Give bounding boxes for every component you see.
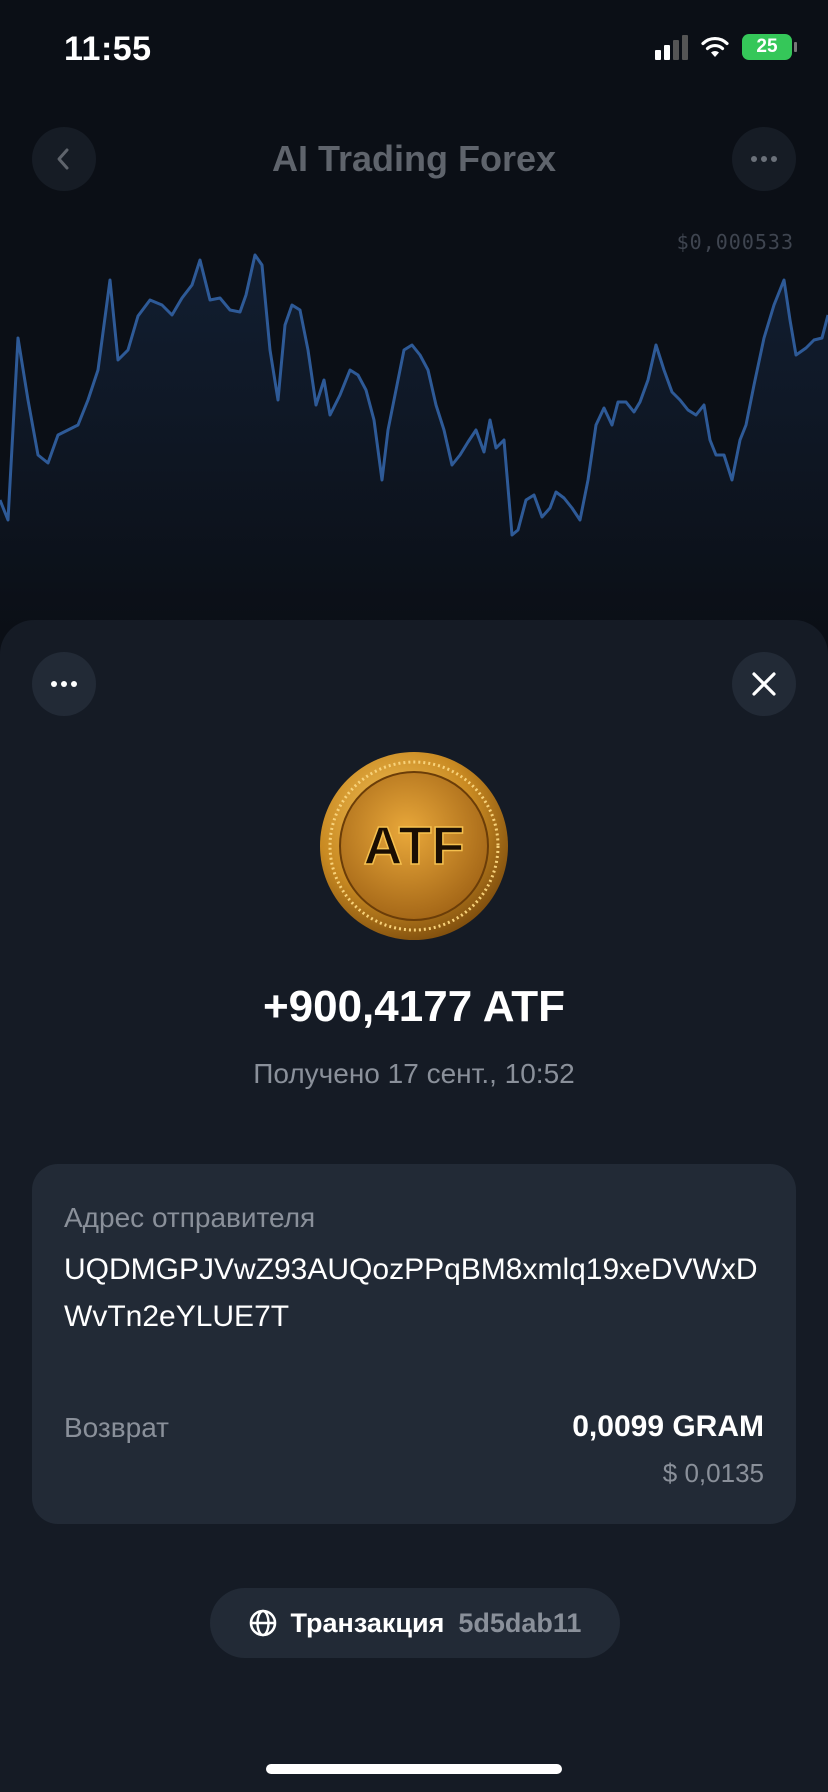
close-button[interactable] [732,652,796,716]
status-time: 11:55 [64,30,152,68]
globe-icon [249,1609,276,1637]
atf-coin-logo: ATF [320,752,508,940]
details-card: Адрес отправителя UQDMGPJVwZ93AUQozPPqBM… [32,1164,796,1524]
battery-level: 25 [756,36,778,57]
home-indicator[interactable] [266,1764,562,1774]
refund-amount: 0,0099 GRAM [572,1410,764,1443]
wifi-icon [701,36,729,57]
transaction-label: Транзакция [290,1607,445,1638]
sender-address[interactable]: UQDMGPJVwZ93AUQozPPqBM8xmlq19xeDVWxDWvTn… [64,1246,764,1340]
coin-text: ATF [364,816,465,876]
refund-label: Возврат [64,1412,169,1443]
header: AI Trading Forex [0,124,828,194]
price-chart: $0,000533 [0,230,828,630]
status-bar: 11:55 25 [0,0,828,100]
sender-label: Адрес отправителя [64,1202,316,1233]
more-options-button[interactable] [732,127,796,191]
sheet-more-button[interactable] [32,652,96,716]
transaction-link-button[interactable]: Транзакция 5d5dab11 [210,1588,620,1658]
ellipsis-icon [751,156,777,162]
transaction-sheet: ATF +900,4177 ATF Получено 17 сент., 10:… [0,620,828,1792]
page-title: AI Trading Forex [271,138,557,179]
cellular-signal-icon [655,34,688,60]
transaction-date: Получено 17 сент., 10:52 [253,1058,575,1089]
price-chart-line [0,253,828,630]
ellipsis-icon [51,681,77,687]
battery-icon: 25 [742,34,797,60]
close-icon [752,672,776,696]
transaction-amount: +900,4177 ATF [262,982,566,1031]
refund-usd: $ 0,0135 [662,1458,764,1488]
status-icons: 25 [655,34,797,60]
transaction-hash: 5d5dab11 [458,1607,582,1638]
